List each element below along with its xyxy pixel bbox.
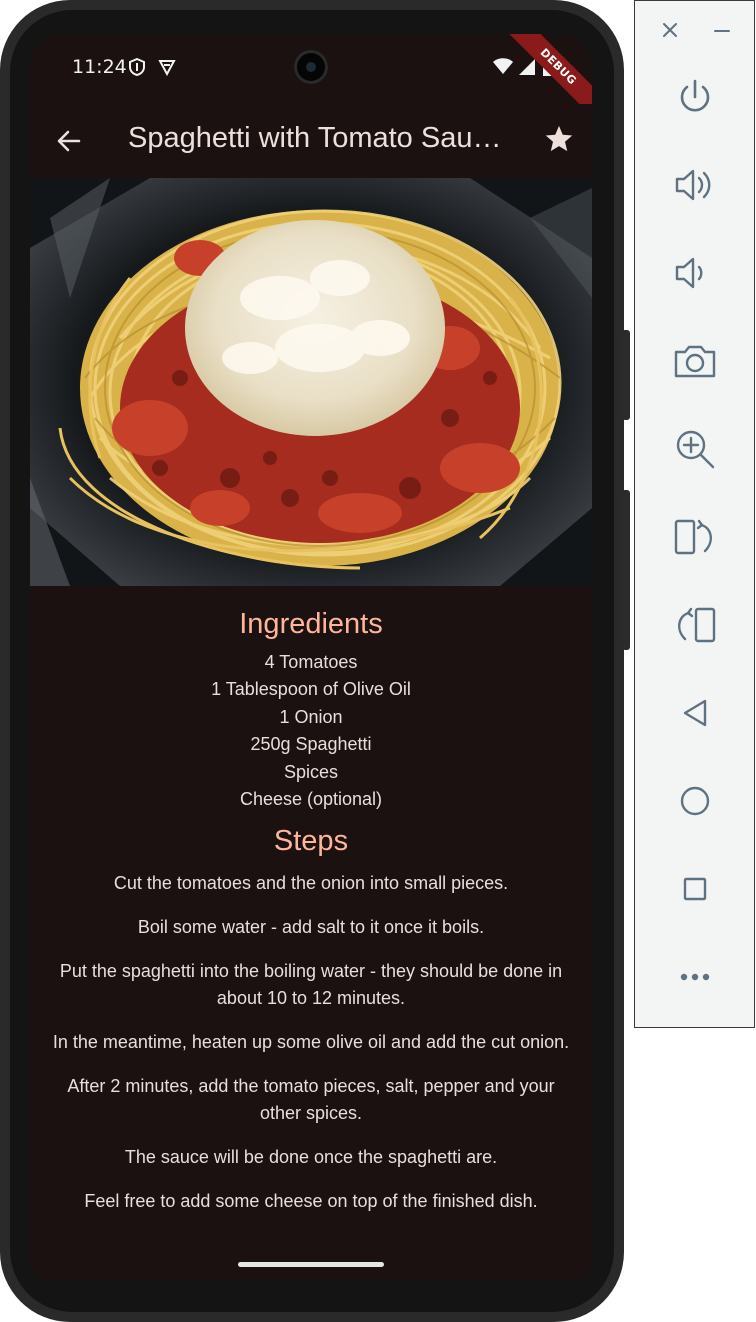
signal-icon (519, 59, 535, 75)
gesture-handle[interactable] (238, 1262, 384, 1267)
phone-power-button (622, 330, 630, 420)
steps-heading: Steps (273, 825, 349, 858)
home-icon (680, 786, 710, 816)
ingredient-item: 1 Onion (279, 706, 343, 727)
power-button[interactable] (671, 73, 719, 121)
rotate-left-icon (674, 519, 712, 555)
volume-up-button[interactable] (671, 161, 719, 209)
steps-section: Steps Cut the tomatoes and the onion int… (30, 825, 592, 1215)
ingredient-item: Spices (283, 761, 339, 782)
emulator-toolbar (634, 0, 755, 1028)
volume-down-icon (675, 257, 703, 289)
back-button[interactable] (671, 689, 719, 737)
arrow-back-icon[interactable] (54, 126, 84, 156)
volume-up-icon (675, 169, 711, 201)
zoom-button[interactable] (671, 425, 719, 473)
phone-frame: 11:24 DEBUG Spaghetti with Tomato Sau… I… (0, 0, 630, 1322)
step-item: After 2 minutes, add the tomato pieces, … (67, 1076, 555, 1124)
app-bar: Spaghetti with Tomato Sau… (30, 104, 592, 178)
recipe-photo (30, 178, 592, 586)
step-item: Put the spaghetti into the boiling water… (59, 961, 563, 1009)
step-item: Boil some water - add salt to it once it… (137, 917, 485, 938)
overview-icon (683, 877, 707, 901)
page-title: Spaghetti with Tomato Sau… (128, 122, 502, 154)
vpn-icon (158, 60, 176, 76)
close-icon[interactable] (659, 19, 681, 41)
ingredient-item: 250g Spaghetti (250, 734, 372, 755)
overview-button[interactable] (671, 865, 719, 913)
wifi-icon (493, 58, 513, 74)
camera-icon (674, 345, 716, 378)
power-icon (680, 79, 710, 112)
minimize-icon[interactable] (711, 19, 733, 41)
more-button[interactable] (671, 953, 719, 1001)
rotate-right-icon (678, 607, 716, 643)
status-bar: 11:24 DEBUG (30, 34, 592, 125)
shield-icon (129, 58, 145, 76)
front-camera (294, 50, 328, 84)
back-icon (683, 699, 707, 727)
phone-volume-button (622, 490, 630, 650)
ingredient-item: 1 Tablespoon of Olive Oil (211, 679, 411, 700)
step-item: Cut the tomatoes and the onion into smal… (113, 873, 509, 894)
rotate-right-button[interactable] (671, 601, 719, 649)
home-button[interactable] (671, 777, 719, 825)
recipe-content: Ingredients 4 Tomatoes 1 Tablespoon of O… (30, 586, 592, 1232)
zoom-in-icon (676, 430, 715, 469)
step-item: In the meantime, heaten up some olive oi… (52, 1032, 570, 1053)
ingredients-heading: Ingredients (239, 608, 383, 640)
ingredient-item: 4 Tomatoes (264, 652, 358, 672)
ingredients-list: 4 Tomatoes 1 Tablespoon of Olive Oil 1 O… (30, 649, 592, 813)
phone-screen: 11:24 DEBUG Spaghetti with Tomato Sau… I… (30, 34, 592, 1280)
step-item: Feel free to add some cheese on top of t… (84, 1191, 538, 1212)
star-icon[interactable] (544, 124, 574, 154)
screenshot-button[interactable] (671, 337, 719, 385)
step-item: The sauce will be done once the spaghett… (124, 1147, 498, 1168)
volume-down-button[interactable] (671, 249, 719, 297)
more-icon (680, 973, 710, 981)
ingredient-item: Cheese (optional) (239, 789, 383, 810)
rotate-left-button[interactable] (671, 513, 719, 561)
status-time: 11:24 (72, 56, 127, 78)
